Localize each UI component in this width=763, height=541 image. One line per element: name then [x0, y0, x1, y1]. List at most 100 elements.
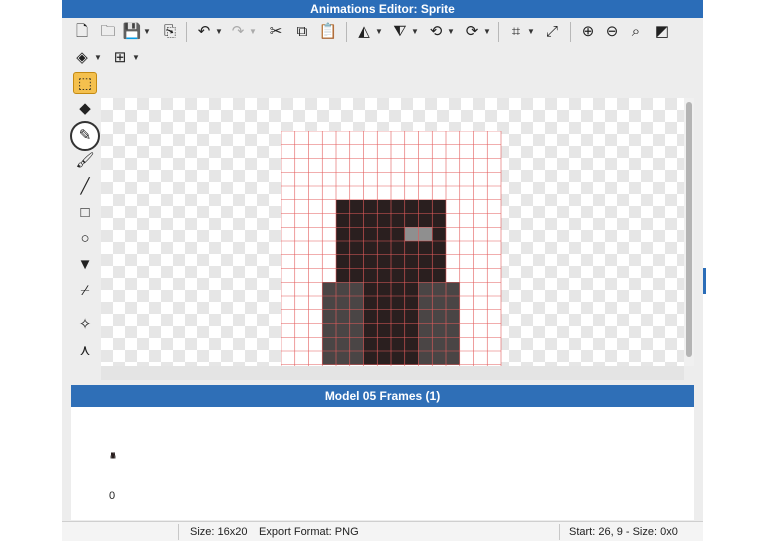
rotate-left-dropdown-chevron-icon[interactable]: ▼ [447, 22, 455, 42]
cut-icon[interactable]: ✂ [266, 22, 286, 42]
sprite-pixel [363, 254, 378, 269]
thumbnail-pixel [113, 454, 114, 455]
sprite-pixel [363, 268, 378, 283]
sprite-pixel [349, 351, 364, 365]
thumbnail-pixel [111, 457, 112, 458]
frame-thumbnail[interactable] [109, 447, 117, 465]
sprite-pixel-grid[interactable] [281, 131, 502, 366]
sprite-pixel [418, 296, 433, 310]
sprite-pixel [432, 227, 446, 241]
canvas-vertical-scroll-thumb[interactable] [686, 102, 692, 357]
eraser-tool[interactable]: ◆ [73, 98, 97, 120]
brush-tool[interactable]: 🖌 [73, 150, 97, 172]
crop-icon[interactable]: ⌗ [506, 22, 526, 42]
save-icon[interactable]: 💾 [122, 22, 142, 42]
thumbnail-pixel [111, 455, 112, 456]
eyedropper-tool[interactable]: ⌿ [73, 280, 97, 302]
sprite-pixel [363, 309, 378, 324]
ellipse-tool[interactable]: ○ [73, 228, 97, 250]
thumbnail-pixel [113, 453, 114, 454]
thumbnail-pixel [111, 453, 112, 454]
sprite-pixel [418, 254, 433, 269]
new-file-icon[interactable]: 🗋 [72, 22, 92, 42]
frame-thumbnail-image[interactable] [109, 450, 117, 460]
thumbnail-pixel [111, 454, 112, 455]
thumbnail-pixel [112, 458, 113, 459]
sprite-pixel [446, 309, 460, 324]
thumbnail-pixel [114, 457, 115, 458]
crop-dropdown-chevron-icon[interactable]: ▼ [527, 22, 535, 42]
thumbnail-pixel [111, 454, 112, 455]
sprite-pixel [432, 296, 446, 310]
thumbnail-pixel [113, 455, 114, 456]
layers-dropdown-chevron-icon[interactable]: ▼ [94, 48, 102, 68]
thumbnail-pixel [112, 454, 113, 455]
thumbnail-pixel [112, 454, 113, 455]
copy-icon[interactable]: ⧉ [292, 22, 312, 42]
sprite-pixel [377, 337, 391, 351]
sprite-pixel [391, 323, 405, 338]
sprite-pixel [404, 323, 419, 338]
thumbnail-pixel [113, 456, 114, 457]
redo-icon[interactable]: ↷ [228, 22, 248, 42]
rotate-left-icon[interactable]: ⟲ [426, 22, 446, 42]
undo-icon[interactable]: ↶ [194, 22, 214, 42]
sprite-pixel [418, 323, 433, 338]
line-tool[interactable]: ╱ [73, 176, 97, 198]
flip-v-dropdown-chevron-icon[interactable]: ▼ [411, 22, 419, 42]
sprite-pixel [349, 199, 364, 214]
thumbnail-pixel [113, 452, 114, 453]
thumbnail-pixel [113, 454, 114, 455]
zoom-fit-icon[interactable]: ⌕ [626, 22, 646, 42]
thumbnail-pixel [115, 456, 116, 457]
flip-h-dropdown-chevron-icon[interactable]: ▼ [375, 22, 383, 42]
sprite-pixel [377, 227, 391, 241]
thumbnail-pixel [113, 457, 114, 458]
resize-icon[interactable]: ⤢ [542, 22, 562, 42]
thumbnail-pixel [113, 456, 114, 457]
window-title: Animations Editor: Sprite [62, 0, 703, 18]
rectangle-tool[interactable]: □ [73, 202, 97, 224]
pencil-tool[interactable]: ✎ [70, 121, 100, 151]
sprite-pixel [404, 309, 419, 324]
rotate-right-icon[interactable]: ⟳ [462, 22, 482, 42]
open-folder-icon[interactable]: 🗀 [98, 22, 118, 42]
invert-icon[interactable]: ◩ [652, 22, 672, 42]
sprite-pixel [336, 323, 350, 338]
sprite-pixel [377, 213, 391, 228]
sprite-pixel [432, 309, 446, 324]
thumbnail-pixel [111, 458, 112, 459]
sprite-pixel [336, 282, 350, 296]
sprite-pixel [336, 227, 350, 241]
thumbnail-pixel [112, 456, 113, 457]
sprite-pixel [377, 254, 391, 269]
sprite-pixel [322, 323, 336, 338]
thumbnail-pixel [111, 452, 112, 453]
thumbnail-pixel [113, 457, 114, 458]
zoom-in-icon[interactable]: ⊕ [578, 22, 598, 42]
zoom-out-icon[interactable]: ⊖ [602, 22, 622, 42]
sprite-pixel [363, 296, 378, 310]
sprite-pixel [377, 296, 391, 310]
layers-icon[interactable]: ◈ [72, 48, 92, 68]
save-dropdown-chevron-icon[interactable]: ▼ [143, 22, 151, 42]
canvas-horizontal-scrollbar[interactable] [101, 366, 684, 380]
select-rect-tool[interactable]: ⬚ [73, 72, 97, 94]
grid-icon[interactable]: ⊞ [110, 48, 130, 68]
fill-bucket-tool[interactable]: ▼ [73, 254, 97, 276]
pivot-tool[interactable]: ✧ [73, 314, 97, 336]
sprite-pixel [404, 337, 419, 351]
bones-tool[interactable]: ⋏ [73, 340, 97, 362]
flip-vertical-icon[interactable]: ⧨ [390, 22, 410, 42]
thumbnail-pixel [114, 454, 115, 455]
rotate-right-dropdown-chevron-icon[interactable]: ▼ [483, 22, 491, 42]
paste-icon[interactable]: 📋 [318, 22, 338, 42]
export-icon[interactable]: ⎘ [160, 22, 180, 42]
sprite-canvas-area[interactable] [101, 98, 684, 366]
sprite-pixel [377, 282, 391, 296]
grid-dropdown-chevron-icon[interactable]: ▼ [132, 48, 140, 68]
sprite-pixel [446, 282, 460, 296]
undo-dropdown-chevron-icon[interactable]: ▼ [215, 22, 223, 42]
redo-dropdown-chevron-icon[interactable]: ▼ [249, 22, 257, 42]
flip-horizontal-icon[interactable]: ◭ [354, 22, 374, 42]
